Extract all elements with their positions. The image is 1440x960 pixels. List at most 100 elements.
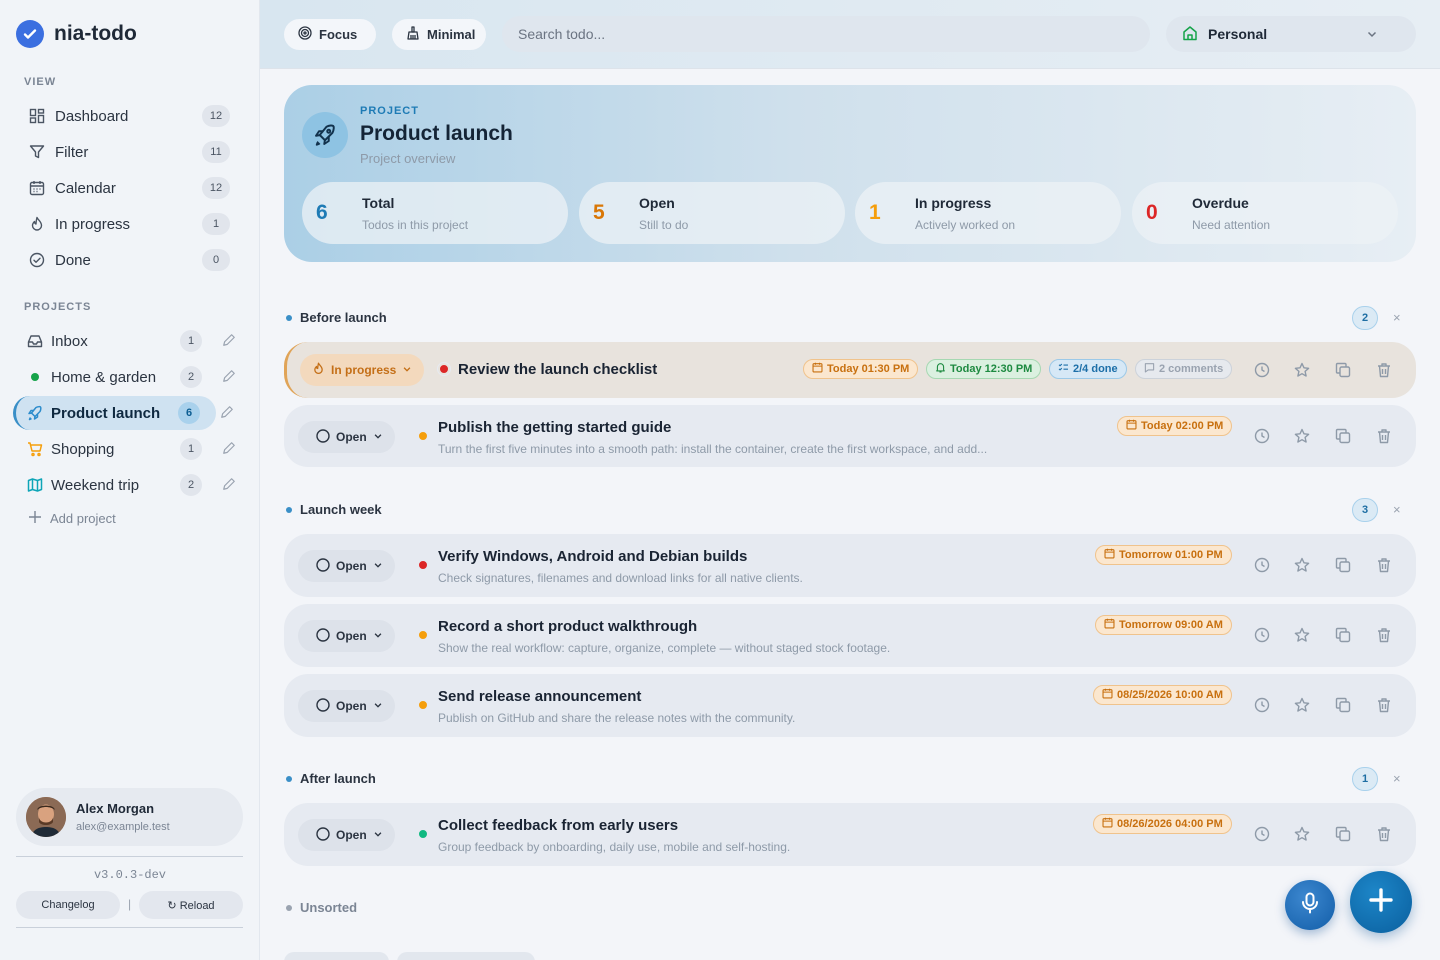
clock-icon[interactable] xyxy=(1253,361,1271,379)
add-todo-button[interactable] xyxy=(1350,871,1412,933)
chevron-down-icon xyxy=(373,828,383,842)
duplicate-icon[interactable] xyxy=(1334,361,1352,379)
subtasks-chip[interactable]: 2/4 done xyxy=(1049,359,1127,379)
todo-item[interactable]: Open Send release announcement Publish o… xyxy=(284,674,1416,737)
nav-filter[interactable]: Filter 11 xyxy=(16,136,244,168)
due-date-chip[interactable]: 08/25/2026 10:00 AM xyxy=(1093,685,1232,705)
voice-input-button[interactable] xyxy=(1285,880,1335,930)
due-date-chip[interactable]: Tomorrow 09:00 AM xyxy=(1095,615,1232,635)
clock-icon[interactable] xyxy=(1253,427,1271,445)
status-dropdown[interactable]: Open xyxy=(298,819,395,851)
todo-item[interactable]: Open Record a short product walkthrough … xyxy=(284,604,1416,667)
duplicate-icon[interactable] xyxy=(1334,825,1352,843)
todo-item[interactable]: Open Verify Windows, Android and Debian … xyxy=(284,534,1416,597)
trash-icon[interactable] xyxy=(1375,825,1393,843)
minimal-button[interactable]: Minimal xyxy=(392,19,486,50)
status-dropdown[interactable]: Open xyxy=(298,550,395,582)
status-dropdown[interactable]: Open xyxy=(298,690,395,722)
clock-icon[interactable] xyxy=(1253,825,1271,843)
add-project-button[interactable]: Add project xyxy=(28,510,116,527)
group-header[interactable]: Unsorted xyxy=(286,900,357,915)
duplicate-icon[interactable] xyxy=(1334,427,1352,445)
close-icon[interactable]: × xyxy=(1393,310,1401,325)
group-header[interactable]: Launch week xyxy=(286,502,382,517)
todo-item[interactable]: Open Publish the getting started guide T… xyxy=(284,405,1416,467)
star-icon[interactable] xyxy=(1293,427,1311,445)
status-dropdown[interactable]: In progress xyxy=(300,354,425,386)
star-icon[interactable] xyxy=(1293,361,1311,379)
stat-value: 0 xyxy=(1146,201,1158,224)
due-date-chip[interactable]: 08/26/2026 04:00 PM xyxy=(1093,814,1232,834)
edit-icon[interactable] xyxy=(220,405,236,421)
close-icon[interactable]: × xyxy=(1393,502,1401,517)
reload-button[interactable]: ↻ Reload xyxy=(139,891,243,919)
star-icon[interactable] xyxy=(1293,696,1311,714)
group-header[interactable]: After launch xyxy=(286,771,376,786)
stat-total[interactable]: 6 Total Todos in this project xyxy=(302,182,568,244)
edit-icon[interactable] xyxy=(222,333,238,349)
home-icon xyxy=(1182,25,1198,44)
check-circle-icon xyxy=(16,20,44,48)
nav-in-progress[interactable]: In progress 1 xyxy=(16,208,244,240)
duplicate-icon[interactable] xyxy=(1334,696,1352,714)
edit-icon[interactable] xyxy=(222,441,238,457)
edit-icon[interactable] xyxy=(222,477,238,493)
stat-overdue[interactable]: 0 Overdue Need attention xyxy=(1132,182,1398,244)
project-product-launch[interactable]: Product launch 6 xyxy=(13,396,233,430)
user-card[interactable]: Alex Morgan alex@example.test xyxy=(16,788,243,846)
nav-calendar[interactable]: Calendar 12 xyxy=(16,172,244,204)
app-name: nia-todo xyxy=(54,22,137,45)
clock-icon[interactable] xyxy=(1253,626,1271,644)
list-item[interactable] xyxy=(397,952,535,960)
clock-icon[interactable] xyxy=(1253,556,1271,574)
comments-chip[interactable]: 2 comments xyxy=(1135,359,1233,379)
trash-icon[interactable] xyxy=(1375,626,1393,644)
group-header[interactable]: Before launch xyxy=(286,310,387,325)
star-icon[interactable] xyxy=(1293,825,1311,843)
star-icon[interactable] xyxy=(1293,626,1311,644)
trash-icon[interactable] xyxy=(1375,361,1393,379)
nav-dashboard[interactable]: Dashboard 12 xyxy=(16,100,244,132)
todo-description: Publish on GitHub and share the release … xyxy=(438,711,796,725)
plus-icon xyxy=(1369,887,1393,917)
project-inbox[interactable]: Inbox 1 xyxy=(16,324,244,358)
todo-item[interactable]: In progress Review the launch checklist … xyxy=(284,342,1416,398)
todo-item[interactable]: Open Collect feedback from early users G… xyxy=(284,803,1416,866)
duplicate-icon[interactable] xyxy=(1334,626,1352,644)
brand[interactable]: nia-todo xyxy=(16,20,137,48)
status-dropdown[interactable]: Open xyxy=(298,421,395,453)
stat-open[interactable]: 5 Open Still to do xyxy=(579,182,845,244)
focus-button[interactable]: Focus xyxy=(284,19,376,50)
search-input[interactable] xyxy=(502,16,1150,52)
project-shopping[interactable]: Shopping 1 xyxy=(16,432,244,466)
workspace-select[interactable]: Personal xyxy=(1166,16,1416,52)
stat-in-progress[interactable]: 1 In progress Actively worked on xyxy=(855,182,1121,244)
trash-icon[interactable] xyxy=(1375,427,1393,445)
due-date-chip[interactable]: Today 02:00 PM xyxy=(1117,416,1233,436)
calendar-icon xyxy=(1102,817,1113,831)
reminder-chip[interactable]: Today 12:30 PM xyxy=(926,359,1042,379)
close-icon[interactable]: × xyxy=(1393,771,1401,786)
edit-icon[interactable] xyxy=(222,369,238,385)
status-dropdown[interactable]: Open xyxy=(298,620,395,652)
star-icon[interactable] xyxy=(1293,556,1311,574)
group-dot xyxy=(286,904,292,911)
avatar xyxy=(26,797,66,837)
project-weekend-trip[interactable]: Weekend trip 2 xyxy=(16,468,244,502)
group-count: 3 xyxy=(1352,498,1378,522)
plus-icon xyxy=(28,510,42,527)
trash-icon[interactable] xyxy=(1375,556,1393,574)
changelog-button[interactable]: Changelog xyxy=(16,891,120,919)
due-date-chip[interactable]: Tomorrow 01:00 PM xyxy=(1095,545,1232,565)
nav-label: Filter xyxy=(55,143,89,161)
duplicate-icon[interactable] xyxy=(1334,556,1352,574)
clock-icon[interactable] xyxy=(1253,696,1271,714)
calendar-icon xyxy=(28,179,46,197)
user-email: alex@example.test xyxy=(76,821,170,833)
project-home-garden[interactable]: Home & garden 2 xyxy=(16,360,244,394)
due-date-chip[interactable]: Today 01:30 PM xyxy=(803,359,919,379)
list-item[interactable] xyxy=(284,952,389,960)
trash-icon[interactable] xyxy=(1375,696,1393,714)
nav-done[interactable]: Done 0 xyxy=(16,244,244,276)
inbox-icon xyxy=(26,332,44,350)
